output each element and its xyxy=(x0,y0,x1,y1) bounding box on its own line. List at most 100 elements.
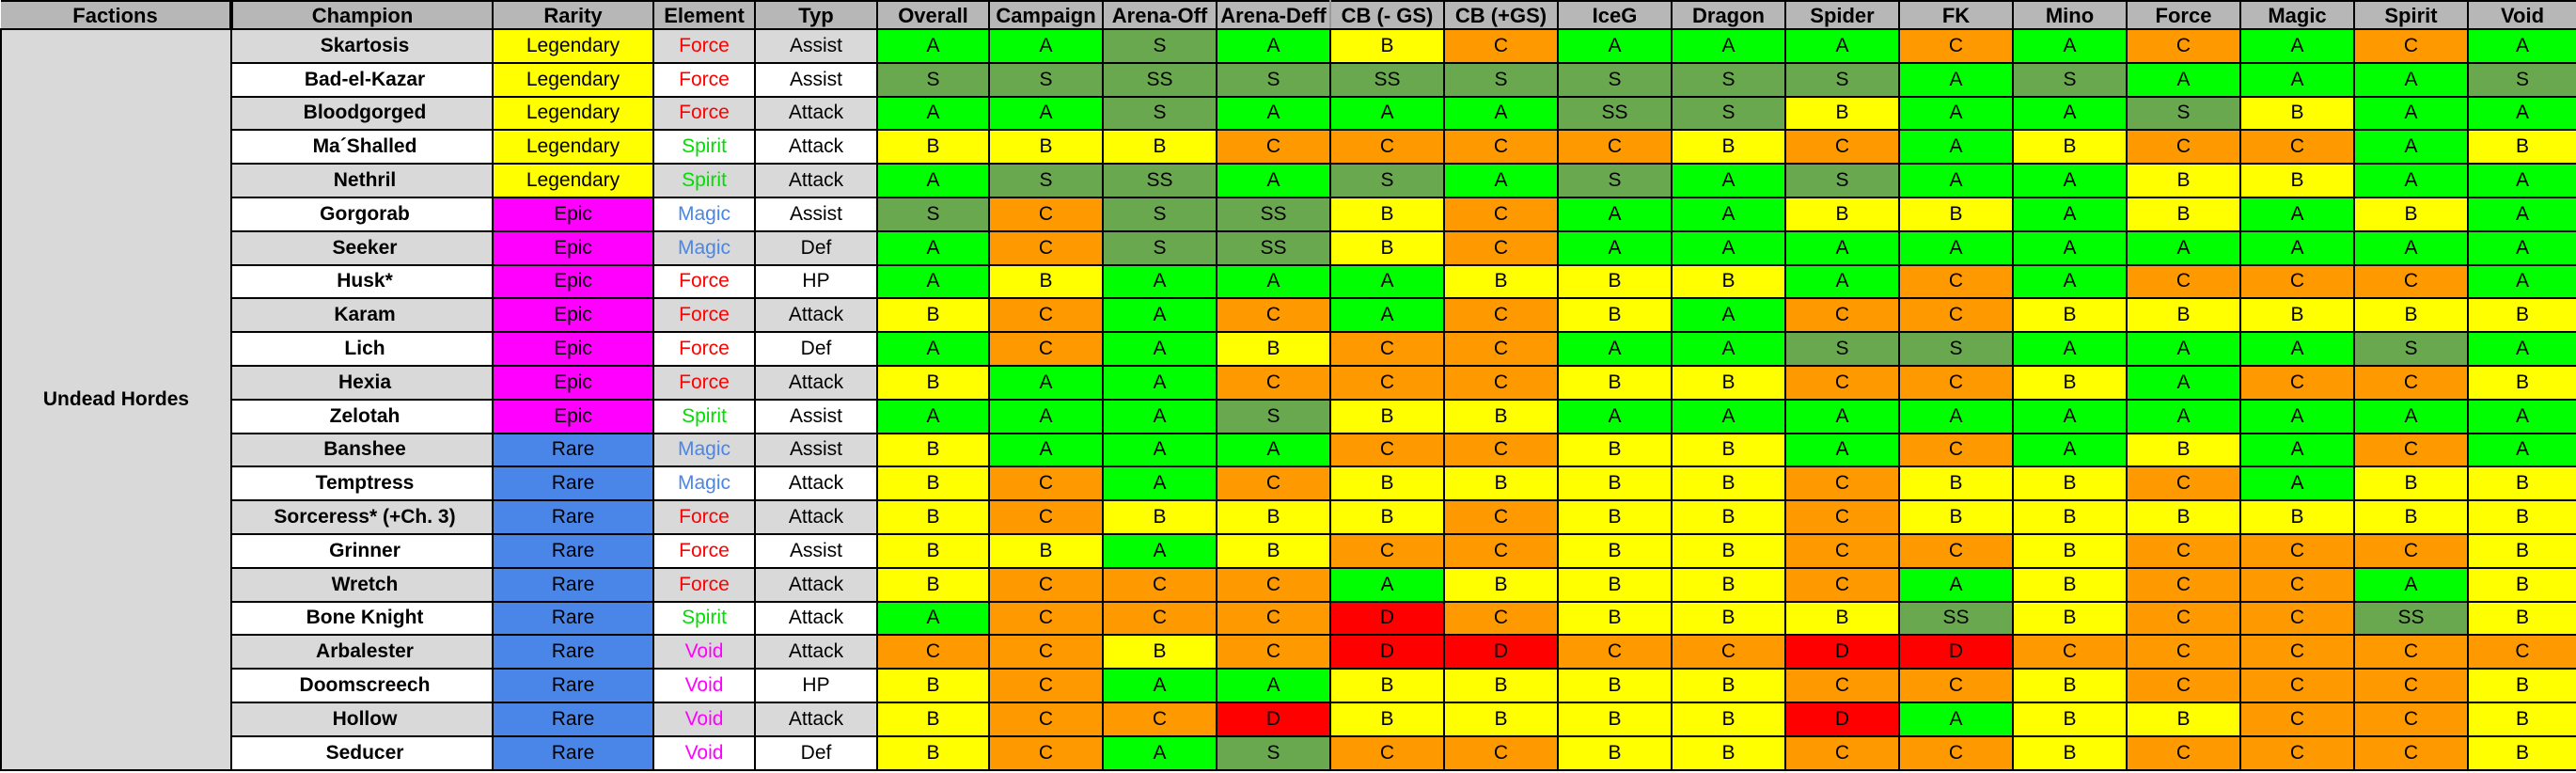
grade-cell[interactable]: B xyxy=(2126,297,2241,334)
type-cell[interactable]: Def xyxy=(754,229,878,266)
grade-cell[interactable]: C xyxy=(876,634,990,670)
grade-cell[interactable]: A xyxy=(2012,331,2128,367)
grade-cell[interactable]: A xyxy=(2467,398,2576,434)
grade-cell[interactable]: S xyxy=(1784,61,1900,98)
grade-cell[interactable]: C xyxy=(2126,600,2241,637)
element-cell[interactable]: Void xyxy=(652,668,756,703)
grade-cell[interactable]: S xyxy=(2467,61,2576,98)
grade-cell[interactable]: A xyxy=(1671,331,1786,367)
grade-cell[interactable]: C xyxy=(2353,263,2469,300)
grade-cell[interactable]: B xyxy=(1329,668,1445,703)
grade-cell[interactable]: A xyxy=(1671,196,1786,232)
champion-name-cell[interactable]: Banshee xyxy=(230,432,494,468)
grade-cell[interactable]: S xyxy=(988,61,1104,98)
type-cell[interactable]: Attack xyxy=(754,566,878,603)
grade-cell[interactable]: C xyxy=(1329,364,1445,401)
grade-cell[interactable]: B xyxy=(1784,95,1900,132)
champion-name-cell[interactable]: Wretch xyxy=(230,566,494,603)
grade-cell[interactable]: SS xyxy=(1329,61,1445,98)
grade-cell[interactable]: D xyxy=(1329,634,1445,670)
grade-cell[interactable]: B xyxy=(1557,364,1673,401)
grade-cell[interactable]: A xyxy=(2012,398,2128,434)
grade-cell[interactable]: C xyxy=(1443,229,1559,266)
grade-cell[interactable]: B xyxy=(2126,701,2241,737)
grade-cell[interactable]: B xyxy=(1329,196,1445,232)
element-cell[interactable]: Force xyxy=(652,566,756,603)
champion-name-cell[interactable]: Bloodgorged xyxy=(230,95,494,132)
champion-name-cell[interactable]: Seeker xyxy=(230,229,494,266)
grade-cell[interactable]: C xyxy=(2239,532,2355,569)
grade-cell[interactable]: B xyxy=(2353,196,2469,232)
grade-cell[interactable]: C xyxy=(1216,600,1331,637)
champion-name-cell[interactable]: Zelotah xyxy=(230,398,494,434)
grade-cell[interactable]: B xyxy=(2467,734,2576,771)
grade-cell[interactable]: B xyxy=(1671,566,1786,603)
grade-cell[interactable]: B xyxy=(2467,297,2576,334)
grade-cell[interactable]: C xyxy=(2126,129,2241,166)
grade-cell[interactable]: C xyxy=(1898,28,2014,64)
grade-cell[interactable]: A xyxy=(1102,465,1217,502)
grade-cell[interactable]: A xyxy=(2239,465,2355,502)
grade-cell[interactable]: A xyxy=(1784,398,1900,434)
grade-cell[interactable]: C xyxy=(1898,668,2014,703)
header-champion[interactable]: Champion xyxy=(230,0,494,30)
grade-cell[interactable]: B xyxy=(2012,499,2128,535)
type-cell[interactable]: Attack xyxy=(754,163,878,198)
grade-cell[interactable]: A xyxy=(1443,95,1559,132)
grade-cell[interactable]: B xyxy=(876,701,990,737)
element-cell[interactable]: Force xyxy=(652,499,756,535)
grade-cell[interactable]: B xyxy=(2467,465,2576,502)
grade-cell[interactable]: S xyxy=(1216,398,1331,434)
rarity-cell[interactable]: Epic xyxy=(492,364,654,401)
grade-cell[interactable]: A xyxy=(2012,95,2128,132)
grade-cell[interactable]: C xyxy=(1102,600,1217,637)
grade-cell[interactable]: A xyxy=(2467,163,2576,198)
element-cell[interactable]: Force xyxy=(652,532,756,569)
grade-cell[interactable]: B xyxy=(1898,465,2014,502)
grade-cell[interactable]: A xyxy=(876,28,990,64)
grade-cell[interactable]: C xyxy=(1443,600,1559,637)
grade-cell[interactable]: C xyxy=(1784,364,1900,401)
grade-cell[interactable]: S xyxy=(988,163,1104,198)
champion-name-cell[interactable]: Bone Knight xyxy=(230,600,494,637)
grade-cell[interactable]: B xyxy=(1443,566,1559,603)
grade-cell[interactable]: C xyxy=(1898,734,2014,771)
rarity-cell[interactable]: Epic xyxy=(492,297,654,334)
grade-cell[interactable]: B xyxy=(2467,566,2576,603)
grade-cell[interactable]: S xyxy=(1671,61,1786,98)
grade-cell[interactable]: S xyxy=(1557,61,1673,98)
header-grade-force[interactable]: Force xyxy=(2126,0,2241,30)
grade-cell[interactable]: B xyxy=(1671,364,1786,401)
grade-cell[interactable]: A xyxy=(988,432,1104,468)
grade-cell[interactable]: B xyxy=(1557,600,1673,637)
type-cell[interactable]: Assist xyxy=(754,196,878,232)
grade-cell[interactable]: C xyxy=(2126,28,2241,64)
grade-cell[interactable]: C xyxy=(1443,432,1559,468)
grade-cell[interactable]: S xyxy=(2126,95,2241,132)
grade-cell[interactable]: S xyxy=(2353,331,2469,367)
header-grade-magic[interactable]: Magic xyxy=(2239,0,2355,30)
grade-cell[interactable]: A xyxy=(2012,163,2128,198)
grade-cell[interactable]: A xyxy=(1898,163,2014,198)
grade-cell[interactable]: B xyxy=(1329,398,1445,434)
grade-cell[interactable]: A xyxy=(1216,95,1331,132)
grade-cell[interactable]: S xyxy=(1898,331,2014,367)
type-cell[interactable]: HP xyxy=(754,668,878,703)
grade-cell[interactable]: B xyxy=(1671,668,1786,703)
grade-cell[interactable]: A xyxy=(876,163,990,198)
grade-cell[interactable]: SS xyxy=(1102,61,1217,98)
grade-cell[interactable]: A xyxy=(2126,364,2241,401)
grade-cell[interactable]: A xyxy=(1898,129,2014,166)
grade-cell[interactable]: S xyxy=(1443,61,1559,98)
grade-cell[interactable]: C xyxy=(1102,566,1217,603)
grade-cell[interactable]: A xyxy=(1443,163,1559,198)
rarity-cell[interactable]: Rare xyxy=(492,600,654,637)
champion-name-cell[interactable]: Temptress xyxy=(230,465,494,502)
grade-cell[interactable]: B xyxy=(1329,701,1445,737)
grade-cell[interactable]: C xyxy=(2126,668,2241,703)
rarity-cell[interactable]: Epic xyxy=(492,331,654,367)
grade-cell[interactable]: B xyxy=(1671,263,1786,300)
grade-cell[interactable]: C xyxy=(1329,331,1445,367)
grade-cell[interactable]: B xyxy=(2467,668,2576,703)
rarity-cell[interactable]: Epic xyxy=(492,196,654,232)
